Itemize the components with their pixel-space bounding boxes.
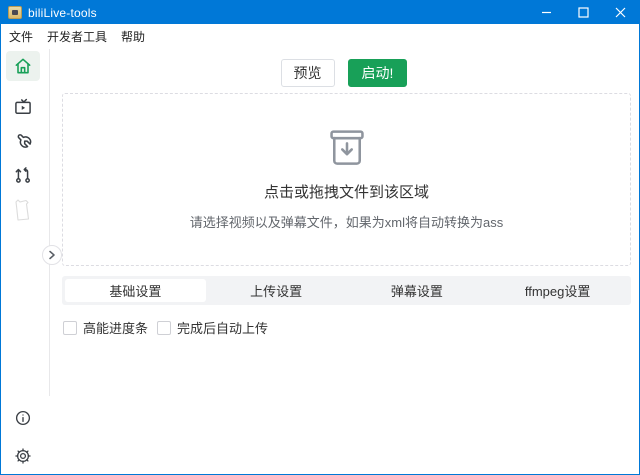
settings-tabbar: 基础设置 上传设置 弹幕设置 ffmpeg设置 <box>62 276 631 305</box>
option-auto-upload[interactable]: 完成后自动上传 <box>157 318 268 337</box>
option-label: 完成后自动上传 <box>177 318 268 337</box>
dropzone-subtitle: 请选择视频以及弹幕文件，如果为xml将自动转换为ass <box>190 212 503 231</box>
app-window: biliLive-tools 文件 开发者工具 帮助 <box>0 0 640 475</box>
sidebar-item-home[interactable] <box>6 51 40 81</box>
app-body: 预览 启动! 点击或拖拽文件到该区域 请选择视频以及弹幕文件，如果为xml将自动… <box>1 49 639 474</box>
home-icon <box>13 56 33 76</box>
chevron-right-icon <box>47 250 57 260</box>
high-energy-bar-checkbox[interactable] <box>63 321 77 335</box>
gear-icon <box>14 447 32 465</box>
action-toolbar: 预览 启动! <box>49 59 639 87</box>
tab-basic-settings[interactable]: 基础设置 <box>65 279 206 302</box>
start-button[interactable]: 启动! <box>348 59 408 87</box>
maximize-icon <box>578 7 589 18</box>
sidebar-item-recorder[interactable] <box>6 92 40 122</box>
sidebar-item-tools[interactable] <box>6 127 40 157</box>
options-row: 高能进度条 完成后自动上传 <box>63 318 277 337</box>
sidebar-item-webhook[interactable] <box>6 160 40 190</box>
main-content: 预览 启动! 点击或拖拽文件到该区域 请选择视频以及弹幕文件，如果为xml将自动… <box>49 49 639 474</box>
info-icon <box>14 409 32 427</box>
archive-download-icon <box>325 128 369 168</box>
option-label: 高能进度条 <box>83 318 148 337</box>
wrench-icon <box>13 132 33 152</box>
menu-item-file[interactable]: 文件 <box>2 25 40 48</box>
swap-pins-icon <box>13 165 33 185</box>
maximize-button[interactable] <box>565 1 602 24</box>
file-dropzone[interactable]: 点击或拖拽文件到该区域 请选择视频以及弹幕文件，如果为xml将自动转换为ass <box>62 93 631 266</box>
close-button[interactable] <box>602 1 639 24</box>
sidebar-item-extra[interactable] <box>6 196 40 226</box>
sidebar <box>1 49 49 474</box>
minimize-icon <box>541 7 552 18</box>
title-bar: biliLive-tools <box>1 1 639 24</box>
app-logo-icon <box>8 6 22 19</box>
dropzone-title: 点击或拖拽文件到该区域 <box>264 181 429 202</box>
menu-item-help[interactable]: 帮助 <box>114 25 152 48</box>
sidebar-item-settings[interactable] <box>6 441 40 471</box>
sidebar-collapse-button[interactable] <box>42 245 62 265</box>
tab-upload-settings[interactable]: 上传设置 <box>206 279 347 302</box>
faint-sketch-icon <box>12 198 34 224</box>
option-high-energy-bar[interactable]: 高能进度条 <box>63 318 148 337</box>
preview-button[interactable]: 预览 <box>281 59 335 87</box>
close-icon <box>615 7 626 18</box>
window-title: biliLive-tools <box>28 6 97 20</box>
menu-bar: 文件 开发者工具 帮助 <box>1 24 639 49</box>
menu-item-devtools[interactable]: 开发者工具 <box>40 25 114 48</box>
minimize-button[interactable] <box>528 1 565 24</box>
tv-play-icon <box>13 97 33 117</box>
tab-danmu-settings[interactable]: 弹幕设置 <box>347 279 488 302</box>
window-controls <box>528 1 639 24</box>
auto-upload-checkbox[interactable] <box>157 321 171 335</box>
tab-ffmpeg-settings[interactable]: ffmpeg设置 <box>487 279 628 302</box>
sidebar-item-about[interactable] <box>6 403 40 433</box>
